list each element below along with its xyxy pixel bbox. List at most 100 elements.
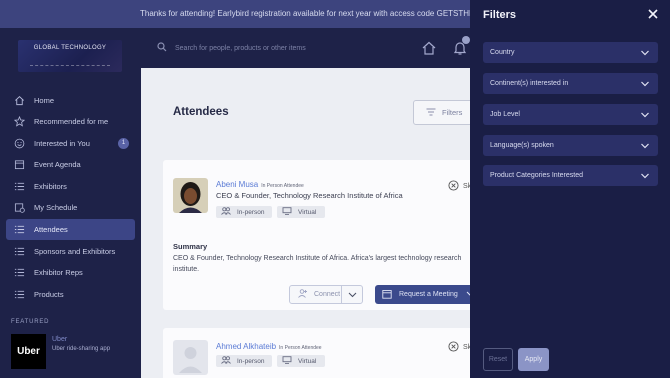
skip-label: Sk <box>463 183 470 190</box>
attendee-name[interactable]: Abeni Musa In Person Attendee <box>216 180 304 189</box>
sidebar-item-label: Home <box>34 96 55 105</box>
connect-label: Connect <box>314 291 341 298</box>
sidebar-item-label: Recommended for me <box>34 117 109 126</box>
filter-label: Job Level <box>490 111 520 118</box>
interested-count-badge: 1 <box>118 138 129 149</box>
filters-button-label: Filters <box>442 108 463 117</box>
sidebar-item-label: Exhibitor Reps <box>34 268 83 277</box>
sidebar-item-products[interactable]: Products <box>6 284 135 305</box>
sidebar-item-label: Event Agenda <box>34 160 81 169</box>
event-logo-text: GLOBAL TECHNOLOGY <box>33 45 107 51</box>
filter-label: Product Categories Interested <box>490 172 583 179</box>
sidebar-item-recommended[interactable]: Recommended for me <box>6 111 135 132</box>
sidebar-item-interested[interactable]: Interested in You 1 <box>6 133 135 154</box>
monitor-icon <box>282 207 292 217</box>
close-circle-icon <box>448 180 459 193</box>
request-meeting-label: Request a Meeting <box>399 291 458 298</box>
featured-name[interactable]: Uber <box>52 336 67 343</box>
filter-label: Language(s) spoken <box>490 142 554 149</box>
skip-button[interactable]: Sk <box>448 180 470 193</box>
uber-logo-text: Uber <box>17 346 40 357</box>
filter-country[interactable]: Country <box>483 42 658 63</box>
attendee-name-text: Ahmed Alkhateib <box>216 342 277 351</box>
chevron-down-icon <box>640 110 650 120</box>
connect-icon <box>298 289 308 300</box>
uber-logo[interactable]: Uber <box>11 334 46 369</box>
avatar-placeholder[interactable] <box>173 340 208 375</box>
summary-text: CEO & Founder, Technology Research Insti… <box>173 255 462 273</box>
sidebar-item-attendees[interactable]: Attendees <box>6 219 135 240</box>
attendee-name[interactable]: Ahmed Alkhateib In Person Attendee <box>216 342 322 351</box>
summary-heading: Summary <box>173 242 208 251</box>
in-person-chip: In-person <box>216 206 272 218</box>
chevron-down-icon <box>640 79 650 89</box>
avatar[interactable] <box>173 178 208 213</box>
event-logo[interactable]: GLOBAL TECHNOLOGY <box>18 40 122 72</box>
chip-label: Virtual <box>298 357 317 365</box>
home-icon <box>13 95 25 107</box>
sidebar-item-label: Sponsors and Exhibitors <box>34 247 116 256</box>
sidebar-item-exhibitor-reps[interactable]: Exhibitor Reps <box>6 262 135 283</box>
sidebar-item-label: Products <box>34 290 64 299</box>
reset-button[interactable]: Reset <box>483 348 513 371</box>
chevron-down-icon <box>640 141 650 151</box>
list-icon <box>13 224 25 236</box>
filter-label: Country <box>490 49 515 56</box>
search-bar[interactable]: Search for people, products or other ite… <box>150 36 358 60</box>
smile-icon <box>13 138 25 150</box>
search-icon <box>157 42 167 54</box>
attendee-tag: In Person Attendee <box>279 345 322 351</box>
sidebar-item-label: My Schedule <box>34 203 78 212</box>
chip-label: In-person <box>237 357 265 365</box>
monitor-icon <box>282 356 292 366</box>
people-icon <box>221 356 231 366</box>
sidebar-item-exhibitors[interactable]: Exhibitors <box>6 176 135 197</box>
list-icon <box>13 289 25 301</box>
filter-product-categories[interactable]: Product Categories Interested <box>483 165 658 186</box>
filter-continent[interactable]: Continent(s) interested in <box>483 73 658 94</box>
skip-label: Sk <box>463 344 470 351</box>
chip-label: Virtual <box>298 208 317 216</box>
filters-panel-title: Filters <box>483 9 517 21</box>
filter-job-level[interactable]: Job Level <box>483 104 658 125</box>
banner-text: Thanks for attending! Earlybird registra… <box>140 9 500 18</box>
request-meeting-button[interactable]: Request a Meeting <box>375 285 470 304</box>
chevron-down-icon[interactable] <box>342 286 362 303</box>
close-circle-icon <box>448 341 459 354</box>
attendee-card: Abeni Musa In Person Attendee CEO & Found… <box>163 160 470 310</box>
calendar-icon <box>13 159 25 171</box>
sidebar-item-my-schedule[interactable]: My Schedule <box>6 197 135 218</box>
chevron-down-icon <box>640 48 650 58</box>
search-placeholder: Search for people, products or other ite… <box>175 44 306 52</box>
home-header-icon[interactable] <box>421 40 437 56</box>
close-icon[interactable] <box>646 7 660 21</box>
featured-description: Uber ride-sharing app <box>52 346 111 352</box>
filters-button[interactable]: Filters <box>413 100 470 125</box>
sidebar-item-home[interactable]: Home <box>6 90 135 111</box>
connect-button[interactable]: Connect <box>289 285 363 304</box>
schedule-icon <box>13 202 25 214</box>
attendee-name-text: Abeni Musa <box>216 180 259 189</box>
attendee-tag: In Person Attendee <box>261 183 304 189</box>
sidebar-item-label: Exhibitors <box>34 182 67 191</box>
sidebar-item-sponsors[interactable]: Sponsors and Exhibitors <box>6 241 135 262</box>
virtual-chip: Virtual <box>277 206 325 218</box>
calendar-icon <box>382 289 392 301</box>
in-person-chip: In-person <box>216 355 272 367</box>
sidebar-item-event-agenda[interactable]: Event Agenda <box>6 154 135 175</box>
chevron-down-icon <box>640 171 650 181</box>
people-icon <box>221 207 231 217</box>
page-title: Attendees <box>173 106 229 118</box>
attendee-card: Ahmed Alkhateib In Person Attendee In-per… <box>163 328 470 378</box>
virtual-chip: Virtual <box>277 355 325 367</box>
apply-button[interactable]: Apply <box>518 348 549 371</box>
notification-badge <box>462 36 470 44</box>
main-content: Attendees Filters Abeni Musa In Person At… <box>141 68 470 378</box>
sidebar-item-label: Interested in You <box>34 139 90 148</box>
skip-button[interactable]: Sk <box>448 341 470 354</box>
list-icon <box>13 181 25 193</box>
filter-language[interactable]: Language(s) spoken <box>483 135 658 156</box>
list-icon <box>13 246 25 258</box>
featured-label: FEATURED <box>11 319 50 325</box>
chip-label: In-person <box>237 208 265 216</box>
